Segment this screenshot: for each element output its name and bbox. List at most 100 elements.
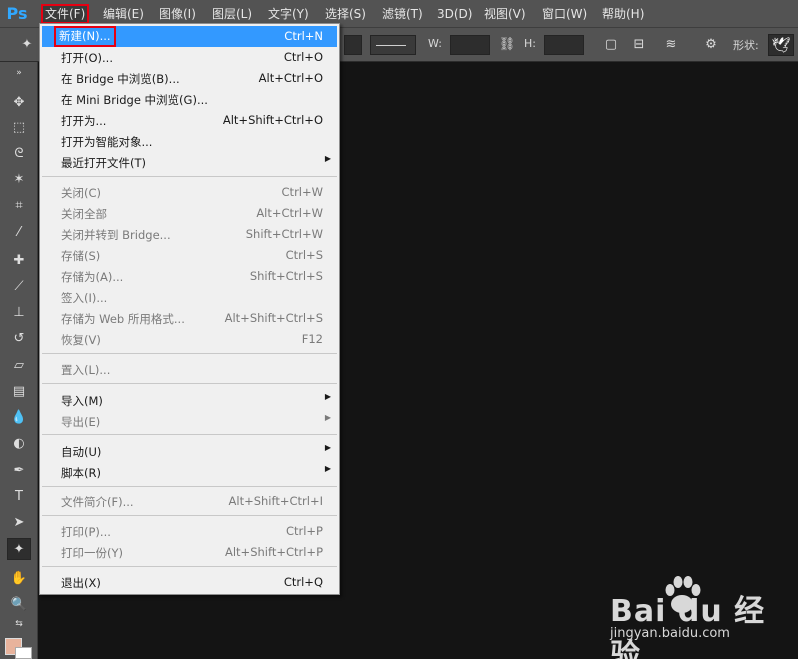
photoshop-logo: Ps [6, 4, 28, 23]
watermark-url: jingyan.baidu.com [610, 626, 730, 641]
custom-shape-tool-icon[interactable]: ✦ [7, 538, 31, 560]
menu-type[interactable]: 文字(Y) [266, 4, 311, 24]
mode-dropdown[interactable] [344, 35, 362, 55]
menu-item-browse-mini-bridge[interactable]: 在 Mini Bridge 中浏览(G)... [42, 89, 337, 110]
menu-item-shortcut: Shift+Ctrl+W [245, 227, 323, 241]
path-operations-icon[interactable]: ▢ [602, 36, 620, 54]
gear-icon[interactable]: ⚙ [702, 36, 720, 54]
history-brush-tool-icon[interactable]: ↺ [7, 328, 31, 350]
menu-item-close-all[interactable]: 关闭全部 Alt+Ctrl+W [42, 203, 337, 224]
menu-item-recent-files[interactable]: 最近打开文件(T) ▶ [42, 152, 337, 173]
clone-stamp-tool-icon[interactable]: ⊥ [7, 302, 31, 324]
menu-item-shortcut: Ctrl+W [281, 185, 323, 199]
menu-item-label: 存储为(A)... [61, 270, 124, 284]
menu-separator [42, 486, 337, 487]
menu-item-shortcut: Ctrl+Q [283, 575, 323, 589]
crop-tool-icon[interactable]: ⌗ [7, 195, 31, 217]
menu-item-label: 关闭并转到 Bridge... [61, 228, 171, 242]
menu-filter[interactable]: 滤镜(T) [380, 4, 425, 24]
menu-item-label: 最近打开文件(T) [61, 156, 146, 170]
menu-item-label: 退出(X) [61, 576, 101, 590]
brush-tool-icon[interactable]: ⟋ [7, 276, 31, 298]
menu-item-label: 导出(E) [61, 415, 101, 429]
zoom-tool-icon[interactable]: 🔍 [7, 594, 31, 616]
menu-image[interactable]: 图像(I) [157, 4, 198, 24]
menu-item-label: 打开(O)... [61, 51, 113, 65]
width-field[interactable] [450, 35, 490, 55]
menu-item-shortcut: Alt+Shift+Ctrl+O [222, 113, 323, 127]
menu-item-shortcut: Ctrl+P [285, 524, 323, 538]
menu-item-open-smart-object[interactable]: 打开为智能对象... [42, 131, 337, 152]
menu-file[interactable]: 文件(F) [41, 4, 90, 24]
menu-item-save-for-web[interactable]: 存储为 Web 所用格式... Alt+Shift+Ctrl+S [42, 308, 337, 329]
menu-item-import[interactable]: 导入(M) ▶ [42, 390, 337, 411]
eraser-tool-icon[interactable]: ▱ [7, 355, 31, 377]
menu-item-browse-bridge[interactable]: 在 Bridge 中浏览(B)... Alt+Ctrl+O [42, 68, 337, 89]
menu-view[interactable]: 视图(V) [482, 4, 528, 24]
eyedropper-tool-icon[interactable]: ⁄ [7, 222, 31, 244]
background-color-swatch[interactable] [15, 647, 32, 659]
menu-item-shortcut: Alt+Shift+Ctrl+I [228, 494, 323, 508]
menu-separator [42, 383, 337, 384]
menu-item-revert[interactable]: 恢复(V) F12 [42, 329, 337, 350]
menu-item-export[interactable]: 导出(E) ▶ [42, 411, 337, 432]
menu-item-label: 脚本(R) [61, 466, 101, 480]
file-menu-dropdown: 新建(N)... Ctrl+N 打开(O)... Ctrl+O 在 Bridge… [39, 23, 340, 595]
baidu-paw-icon [665, 576, 701, 613]
menu-item-shortcut: Ctrl+S [285, 248, 323, 262]
height-field[interactable] [544, 35, 584, 55]
menu-help[interactable]: 帮助(H) [600, 4, 646, 24]
menu-item-label: 自动(U) [61, 445, 102, 459]
menu-item-open[interactable]: 打开(O)... Ctrl+O [42, 47, 337, 68]
menu-item-file-info[interactable]: 文件简介(F)... Alt+Shift+Ctrl+I [42, 491, 337, 512]
path-alignment-icon[interactable]: ⊟ [630, 36, 648, 54]
shape-picker-icon[interactable]: 🕊 [768, 34, 794, 56]
move-tool-icon[interactable]: ✥ [7, 92, 31, 114]
stroke-type-dropdown[interactable] [370, 35, 416, 55]
menu-item-save[interactable]: 存储(S) Ctrl+S [42, 245, 337, 266]
menu-item-place[interactable]: 置入(L)... [42, 359, 337, 380]
menu-select[interactable]: 选择(S) [323, 4, 368, 24]
menu-3d[interactable]: 3D(D) [435, 4, 474, 24]
menu-edit[interactable]: 编辑(E) [101, 4, 146, 24]
menu-window[interactable]: 窗口(W) [540, 4, 589, 24]
hand-tool-icon[interactable]: ✋ [7, 568, 31, 590]
stroke-line-icon [376, 45, 406, 46]
type-tool-icon[interactable]: T [7, 486, 31, 508]
pen-tool-icon[interactable]: ✒ [7, 460, 31, 482]
menu-item-shortcut: Ctrl+N [284, 29, 323, 43]
dodge-tool-icon[interactable]: ◐ [7, 433, 31, 455]
baidu-jingyan-watermark: Bai du 经验 jingyan.baidu.com [610, 576, 790, 659]
path-arrangement-icon[interactable]: ≋ [662, 36, 680, 54]
magic-wand-tool-icon[interactable]: ✶ [7, 169, 31, 191]
menu-item-label: 关闭全部 [61, 207, 107, 221]
menu-item-close-go-bridge[interactable]: 关闭并转到 Bridge... Shift+Ctrl+W [42, 224, 337, 245]
menu-item-new[interactable]: 新建(N)... Ctrl+N [42, 26, 337, 47]
menu-item-scripts[interactable]: 脚本(R) ▶ [42, 462, 337, 483]
custom-shape-tool-icon[interactable]: ✦ [18, 36, 36, 54]
menu-item-label: 置入(L)... [61, 363, 111, 377]
submenu-arrow-icon: ▶ [324, 413, 331, 422]
gradient-tool-icon[interactable]: ▤ [7, 381, 31, 403]
healing-brush-tool-icon[interactable]: ✚ [7, 250, 31, 272]
menu-item-check-in[interactable]: 签入(I)... [42, 287, 337, 308]
menu-item-label: 存储(S) [61, 249, 101, 263]
menu-item-automate[interactable]: 自动(U) ▶ [42, 441, 337, 462]
menu-item-exit[interactable]: 退出(X) Ctrl+Q [42, 572, 337, 593]
blur-tool-icon[interactable]: 💧 [7, 407, 31, 429]
menu-layer[interactable]: 图层(L) [210, 4, 254, 24]
marquee-tool-icon[interactable]: ⬚ [7, 117, 31, 139]
lasso-tool-icon[interactable]: ᘓ [7, 143, 31, 165]
path-selection-tool-icon[interactable]: ➤ [7, 512, 31, 534]
menu-item-print[interactable]: 打印(P)... Ctrl+P [42, 521, 337, 542]
link-icon[interactable]: ⛓ [498, 36, 516, 54]
menu-item-label: 打开为... [61, 114, 107, 128]
menu-item-close[interactable]: 关闭(C) Ctrl+W [42, 182, 337, 203]
menu-item-print-one-copy[interactable]: 打印一份(Y) Alt+Shift+Ctrl+P [42, 542, 337, 563]
menu-item-open-as[interactable]: 打开为... Alt+Shift+Ctrl+O [42, 110, 337, 131]
menu-item-save-as[interactable]: 存储为(A)... Shift+Ctrl+S [42, 266, 337, 287]
menu-item-label: 文件简介(F)... [61, 495, 134, 509]
collapse-arrows-icon[interactable]: » [7, 68, 31, 78]
swap-colors-icon[interactable]: ⇆ [7, 617, 31, 631]
menu-item-label: 恢复(V) [61, 333, 101, 347]
